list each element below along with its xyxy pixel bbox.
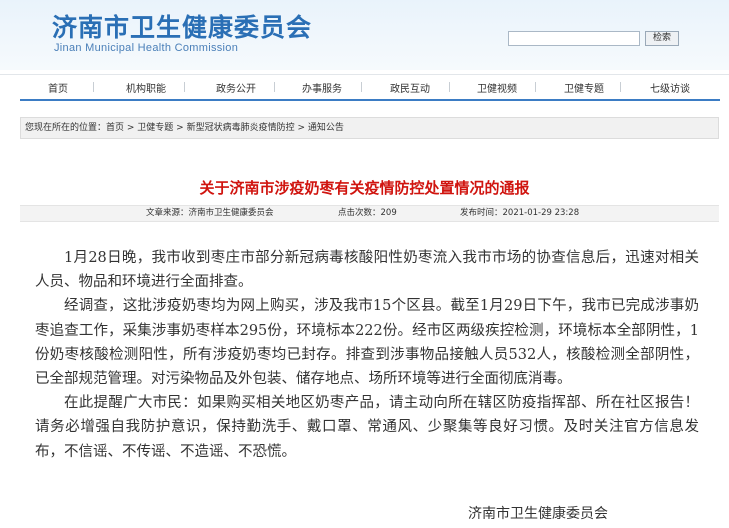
nav-separator bbox=[620, 82, 621, 92]
article-paragraph: 1月28日晚，我市收到枣庄市部分新冠病毒核酸阳性奶枣流入我市市场的协查信息后，迅… bbox=[35, 250, 699, 291]
main-nav: 首页 机构职能 政务公开 办事服务 政民互动 卫健视频 卫健专题 七级访谈 bbox=[0, 74, 729, 98]
source-value: 济南市卫生健康委员会 bbox=[188, 208, 274, 218]
breadcrumb: 您现在所在的位置：首页 > 卫健专题 > 新型冠状病毒肺炎疫情防控 > 通知公告 bbox=[20, 117, 719, 139]
article-body: 1月28日晚，我市收到枣庄市部分新冠病毒核酸阳性奶枣流入我市市场的协查信息后，迅… bbox=[35, 246, 699, 464]
article-paragraph: 经调查，这批涉疫奶枣均为网上购买，涉及我市15个区县。截至1月29日下午，我市已… bbox=[35, 298, 699, 388]
source-label: 文章来源： bbox=[146, 208, 189, 218]
breadcrumb-prefix: 您现在所在的位置： bbox=[25, 123, 107, 133]
article-source: 文章来源：济南市卫生健康委员会 bbox=[146, 206, 274, 221]
article-clicks: 点击次数：209 bbox=[338, 206, 397, 221]
nav-item-interviews[interactable]: 七级访谈 bbox=[650, 80, 690, 95]
search-input[interactable] bbox=[508, 31, 640, 46]
nav-item-videos[interactable]: 卫健视频 bbox=[477, 80, 517, 95]
article-title: 关于济南市涉疫奶枣有关疫情防控处置情况的通报 bbox=[199, 179, 530, 197]
search-button[interactable]: 检索 bbox=[645, 31, 679, 46]
site-subtitle: Jinan Municipal Health Commission bbox=[54, 42, 239, 54]
breadcrumb-separator: > bbox=[173, 123, 187, 133]
nav-item-topics[interactable]: 卫健专题 bbox=[564, 80, 604, 95]
date-label: 发布时间： bbox=[460, 208, 503, 218]
breadcrumb-item-home[interactable]: 首页 bbox=[106, 123, 124, 133]
breadcrumb-separator: > bbox=[124, 123, 138, 133]
nav-separator bbox=[535, 82, 536, 92]
nav-item-functions[interactable]: 机构职能 bbox=[126, 80, 166, 95]
article-date: 发布时间：2021-01-29 23:28 bbox=[460, 206, 579, 221]
nav-item-gov-info[interactable]: 政务公开 bbox=[216, 80, 256, 95]
breadcrumb-separator: > bbox=[294, 123, 308, 133]
nav-item-services[interactable]: 办事服务 bbox=[302, 80, 342, 95]
article-signature: 济南市卫生健康委员会 bbox=[468, 506, 608, 522]
nav-separator bbox=[93, 82, 94, 92]
date-value: 2021-01-29 23:28 bbox=[502, 208, 580, 218]
article-meta: 文章来源：济南市卫生健康委员会 点击次数：209 发布时间：2021-01-29… bbox=[20, 205, 719, 222]
breadcrumb-item-notices[interactable]: 通知公告 bbox=[308, 123, 344, 133]
site-header: 济南市卫生健康委员会 Jinan Municipal Health Commis… bbox=[0, 0, 729, 70]
nav-divider bbox=[20, 99, 720, 101]
breadcrumb-item-covid[interactable]: 新型冠状病毒肺炎疫情防控 bbox=[187, 123, 295, 133]
nav-separator bbox=[361, 82, 362, 92]
nav-separator bbox=[274, 82, 275, 92]
nav-separator bbox=[449, 82, 450, 92]
site-title[interactable]: 济南市卫生健康委员会 bbox=[52, 8, 312, 44]
nav-separator bbox=[184, 82, 185, 92]
article-paragraph: 在此提醒广大市民：如果购买相关地区奶枣产品，请主动向所在辖区防疫指挥部、所在社区… bbox=[35, 395, 699, 460]
nav-item-home[interactable]: 首页 bbox=[48, 80, 68, 95]
breadcrumb-item-topics[interactable]: 卫健专题 bbox=[137, 123, 173, 133]
clicks-value: 209 bbox=[380, 208, 397, 218]
nav-item-interaction[interactable]: 政民互动 bbox=[390, 80, 430, 95]
clicks-label: 点击次数： bbox=[338, 208, 381, 218]
